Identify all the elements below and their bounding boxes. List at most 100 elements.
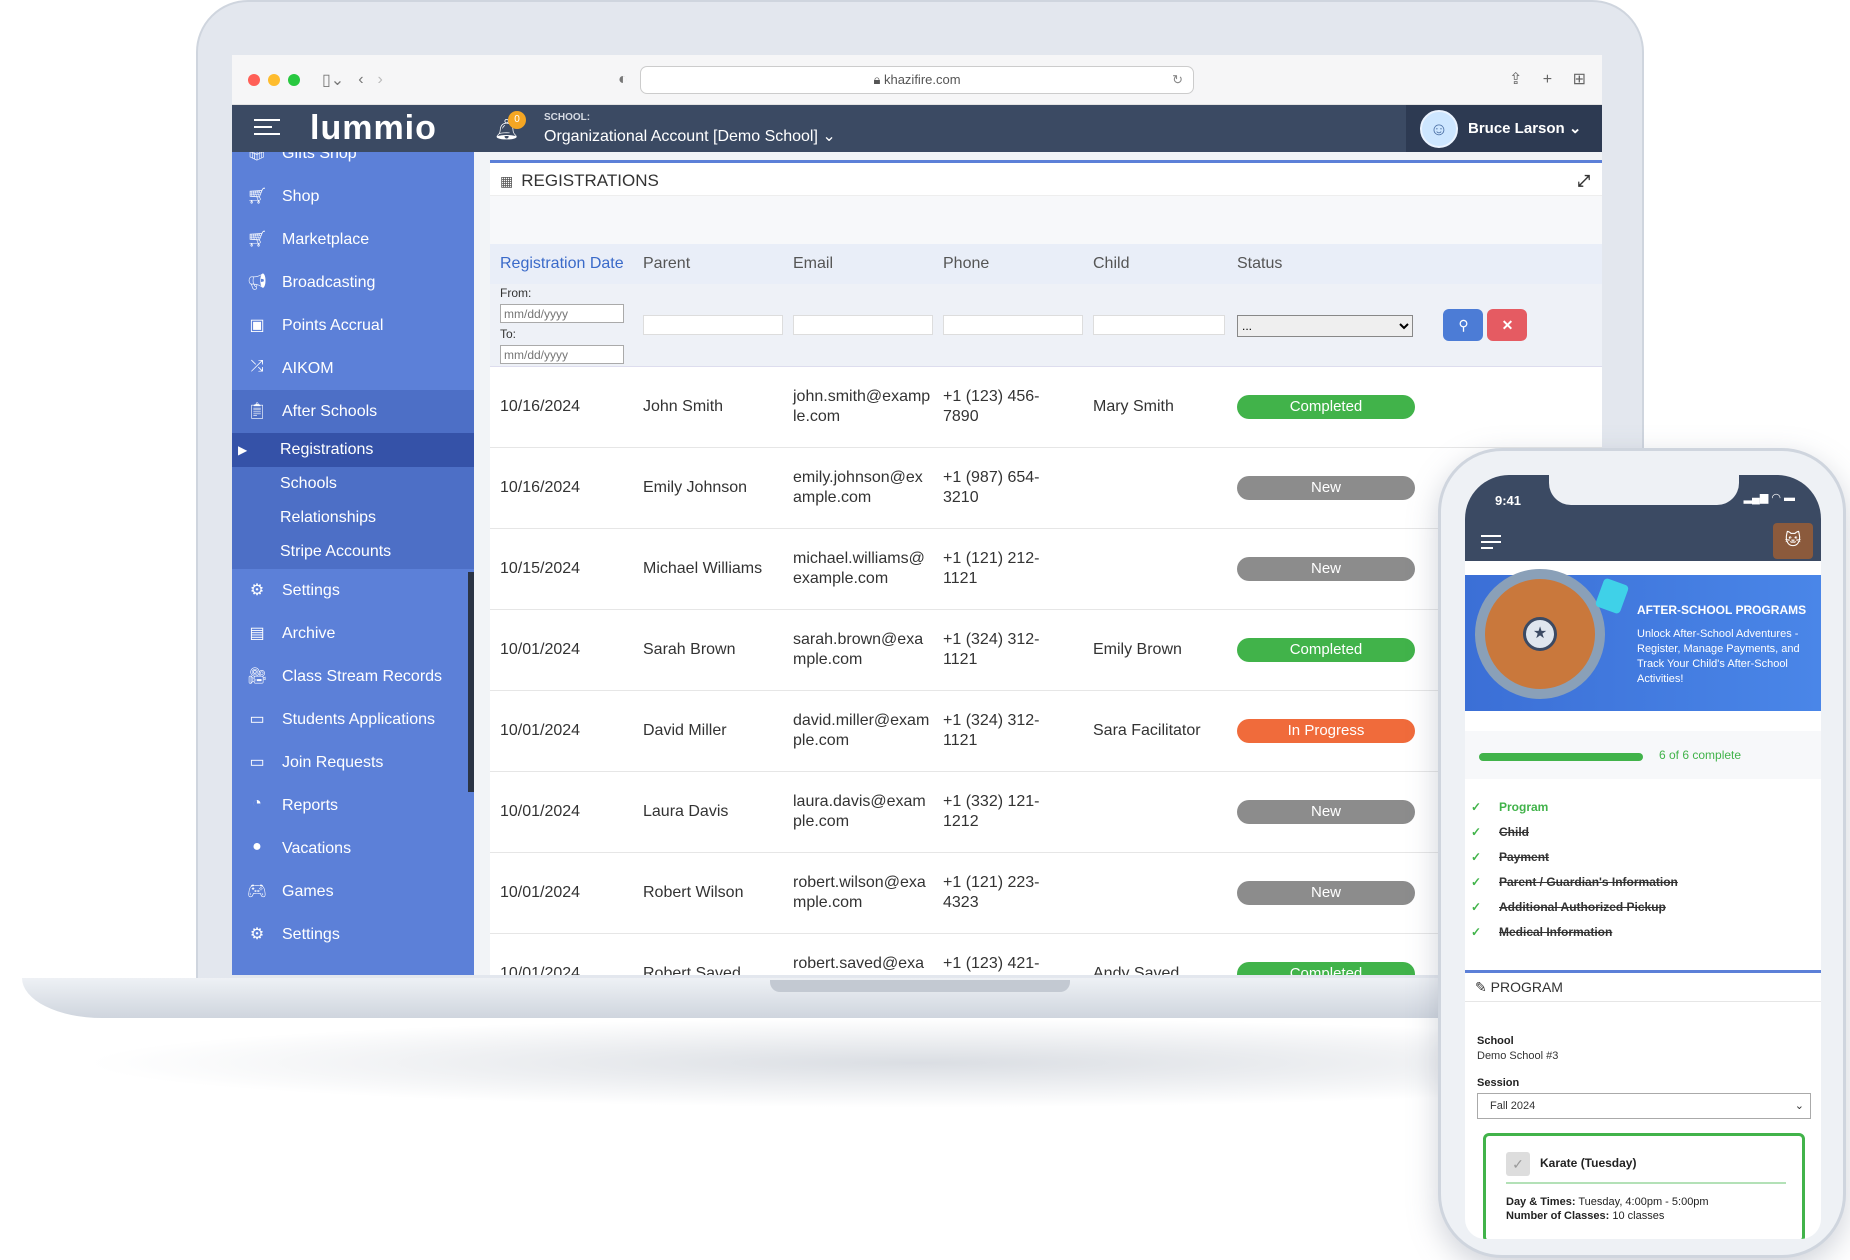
sidebar-subitem-schools[interactable]: Schools (232, 467, 474, 501)
from-date-input[interactable] (500, 304, 624, 323)
phone-menu-icon[interactable] (1481, 535, 1501, 553)
menu-icon[interactable] (254, 119, 280, 140)
check-icon: ✓ (1471, 925, 1482, 939)
sidebar-item-reports[interactable]: ◔ Reports (232, 784, 474, 827)
sidebar-item-shop[interactable]: 🛒︎ Shop (232, 175, 474, 218)
sidebar-item-points-accrual[interactable]: ▣ Points Accrual (232, 304, 474, 347)
share-icon[interactable]: ⇪ (1509, 71, 1522, 88)
clear-filters-button[interactable]: ✕ (1487, 309, 1528, 341)
sidebar-item-students-applications[interactable]: ▭ Students Applications (232, 698, 474, 741)
minimize-window-dot[interactable] (268, 73, 280, 86)
sidebar-item-settings-2[interactable]: ⚙︎ Settings (232, 913, 474, 956)
cell-date: 10/01/2024 (490, 852, 633, 934)
sidebar-subitem-relationships[interactable]: Relationships (232, 501, 474, 535)
back-icon[interactable]: ‹ (358, 71, 363, 89)
sidebar-item-marketplace[interactable]: 🛒︎ Marketplace (232, 218, 474, 261)
school-selector[interactable]: Organizational Account [Demo School] ⌄ (544, 126, 836, 146)
refresh-icon[interactable]: ↻ (1172, 67, 1183, 93)
phone-text: +1 (324) 312-1121 (943, 712, 1040, 749)
check-icon: ✓ (1471, 900, 1482, 914)
panel-toolbar-area (490, 196, 1602, 244)
sidebar-item-archive[interactable]: ▤ Archive (232, 612, 474, 655)
column-header-phone[interactable]: Phone (933, 244, 1083, 284)
address-bar[interactable]: 🔒︎ khazifire.com ↻ (640, 66, 1194, 94)
panel-title-text: REGISTRATIONS (521, 171, 659, 190)
column-header-status[interactable]: Status (1227, 244, 1602, 284)
sidebar-item-broadcasting[interactable]: 📢︎ Broadcasting (232, 261, 474, 304)
cell-parent: David Miller (633, 690, 783, 772)
column-header-parent[interactable]: Parent (633, 244, 783, 284)
phone-text: +1 (987) 654-3210 (943, 469, 1040, 506)
table-row[interactable]: 10/01/2024Robert Saved robert.saved@examp… (490, 933, 1602, 975)
child-filter-input[interactable] (1093, 315, 1225, 335)
phone-time: 9:41 (1495, 493, 1522, 508)
table-row[interactable]: 10/15/2024 Michael Williams michael.willia… (490, 528, 1602, 610)
sidebar-item-vacations[interactable]: ● Vacations (232, 827, 474, 870)
step-authorized-pickup[interactable]: ✓ Additional Authorized Pickup (1465, 895, 1821, 920)
sidebar-toggle-icon[interactable]: ▯⌄ (322, 70, 344, 90)
sidebar-item-label: Reports (282, 796, 339, 814)
parent-filter-input[interactable] (643, 315, 783, 335)
step-guardian-info[interactable]: ✓ Parent / Guardian's Information (1465, 870, 1821, 895)
sidebar-item-settings[interactable]: ⚙︎ Settings (232, 569, 474, 612)
phone-avatar[interactable]: 🐱︎ (1773, 523, 1813, 559)
archive-icon: ▤ (249, 625, 265, 642)
sidebar-item-label: Settings (282, 581, 340, 599)
shield-icon[interactable]: ◐ (618, 71, 628, 89)
sidebar-item-join-requests[interactable]: ▭ Join Requests (232, 741, 474, 784)
column-header-email[interactable]: Email (783, 244, 933, 284)
megaphone-icon: 📢︎ (246, 274, 268, 291)
forward-icon[interactable]: › (378, 71, 383, 89)
status-filter-select[interactable]: ... (1237, 315, 1413, 337)
cell-parent: Robert Wilson (633, 852, 783, 934)
sidebar-item-aikom[interactable]: ⤮ AIKOM (232, 347, 474, 390)
table-row[interactable]: 10/16/2024 Emily Johnson emily.johnson@exa… (490, 447, 1602, 529)
table-row[interactable]: 10/01/2024 Robert Wilson robert.wilson@exa… (490, 852, 1602, 934)
sidebar-item-label: Class Stream Records (282, 667, 443, 685)
column-header-registration-date[interactable]: Registration Date (490, 244, 633, 284)
phone-filter-input[interactable] (943, 315, 1083, 335)
sidebar-item-label: Marketplace (282, 230, 370, 248)
close-icon: ✕ (1501, 317, 1514, 333)
classes-label: Number of Classes: (1506, 1210, 1610, 1222)
search-button[interactable]: ⚲ (1443, 309, 1484, 341)
sidebar-subitem-registrations[interactable]: ▶ Registrations (232, 433, 474, 467)
sidebar-subitem-stripe-accounts[interactable]: Stripe Accounts (232, 535, 474, 569)
user-menu[interactable]: ☺ Bruce Larson ⌄ (1406, 105, 1602, 152)
search-icon: ⚲ (1458, 317, 1469, 333)
school-label: SCHOOL: (544, 112, 591, 123)
expand-icon[interactable]: ⤢ (1577, 173, 1590, 191)
pie-chart-icon: ◔ (252, 795, 262, 812)
step-label: Payment (1499, 850, 1550, 864)
email-filter-input[interactable] (793, 315, 933, 335)
cell-date: 10/16/2024 (490, 366, 633, 448)
avatar: ☺ (1420, 110, 1458, 148)
step-child[interactable]: ✓ Child (1465, 820, 1821, 845)
close-window-dot[interactable] (248, 73, 260, 86)
table-row[interactable]: 10/01/2024 David Miller david.miller@examp… (490, 690, 1602, 772)
tab-overview-icon[interactable]: ⊞ (1573, 71, 1586, 88)
signal-wifi-battery-icon: ▂▄▆ ◠ ▬ (1743, 492, 1795, 504)
sidebar-item-class-stream-records[interactable]: 🎥︎ Class Stream Records (232, 655, 474, 698)
step-program[interactable]: ✓ Program (1465, 795, 1821, 820)
new-tab-icon[interactable]: + (1543, 71, 1552, 88)
logo[interactable]: lummio (310, 109, 437, 148)
table-row[interactable]: 10/01/2024 Laura Davis laura.davis@example… (490, 771, 1602, 853)
to-date-input[interactable] (500, 345, 624, 364)
class-checkbox[interactable]: ✓ (1506, 1152, 1530, 1176)
email-text: robert.wilson@example.com (793, 874, 926, 911)
sidebar-item-gifts-shop[interactable]: 🎁︎ Gifts Shop (232, 152, 474, 175)
step-medical-info[interactable]: ✓ Medical Information (1465, 920, 1821, 945)
table-row[interactable]: 10/01/2024 Sarah Brown sarah.brown@example… (490, 609, 1602, 691)
maximize-window-dot[interactable] (288, 73, 300, 86)
class-card[interactable]: ✓ Karate (Tuesday) Day & Times: Tuesday,… (1483, 1133, 1805, 1239)
step-label: Additional Authorized Pickup (1499, 900, 1666, 914)
school-field-value: Demo School #3 (1477, 1050, 1559, 1062)
table-row[interactable]: 10/16/2024 John Smith john.smith@example.c… (490, 366, 1602, 448)
session-select[interactable]: Fall 2024 ⌄ (1477, 1093, 1811, 1119)
sidebar-item-after-schools[interactable]: 📋︎ After Schools (232, 390, 474, 433)
step-payment[interactable]: ✓ Payment (1465, 845, 1821, 870)
after-school-banner: ★ AFTER-SCHOOL PROGRAMS Unlock After-Sch… (1465, 569, 1821, 711)
column-header-child[interactable]: Child (1083, 244, 1227, 284)
sidebar-item-games[interactable]: 🎮︎ Games (232, 870, 474, 913)
